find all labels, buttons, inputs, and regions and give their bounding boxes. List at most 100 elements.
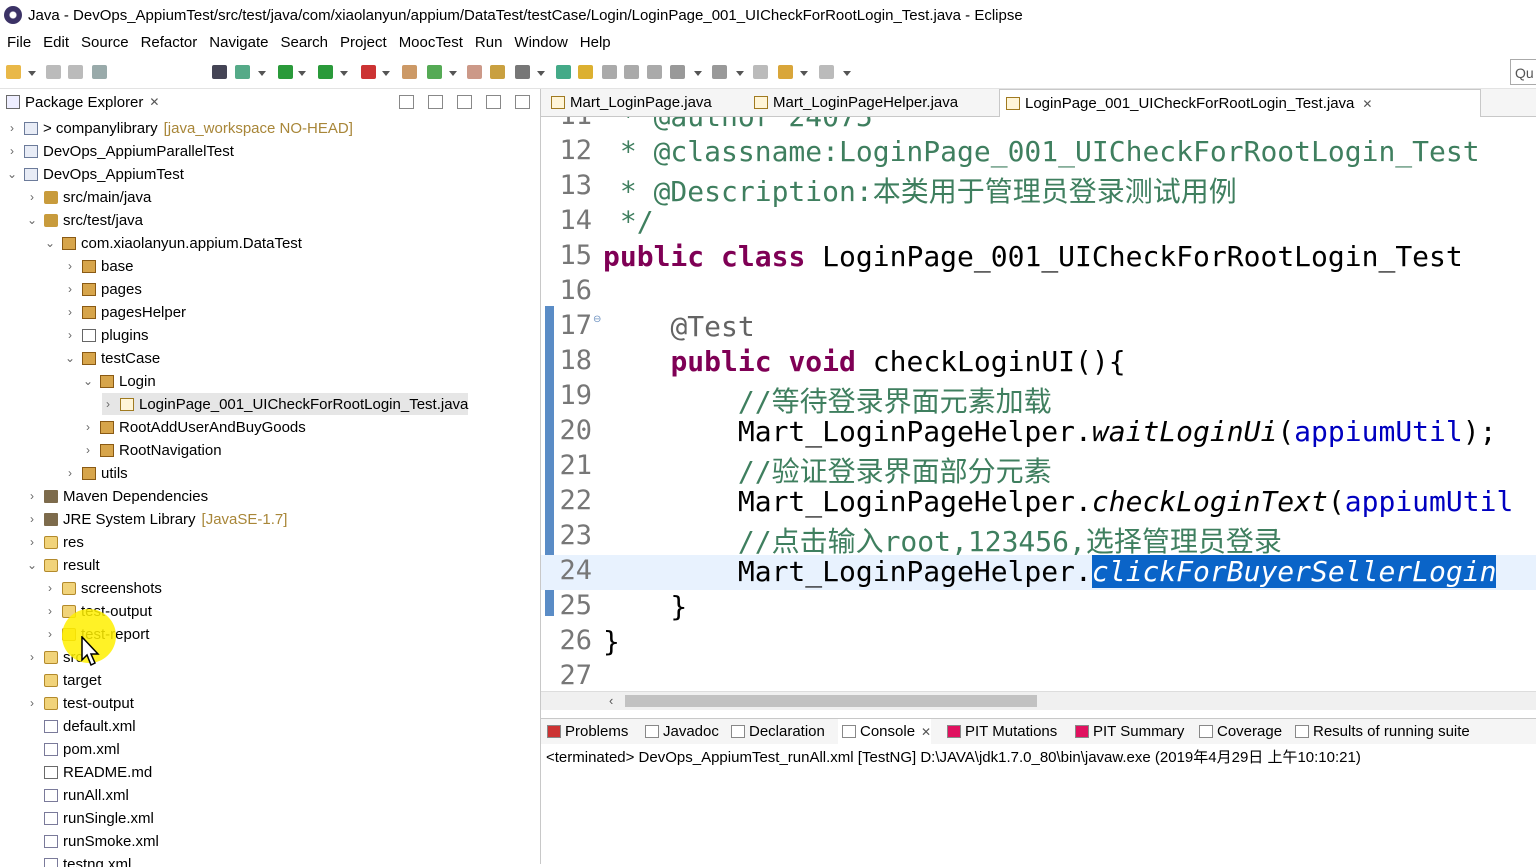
collapsed-chevron-icon[interactable]: ›: [44, 627, 56, 641]
horizontal-scrollbar[interactable]: ‹: [541, 691, 1536, 710]
collapsed-chevron-icon[interactable]: ›: [26, 696, 38, 710]
collapsed-chevron-icon[interactable]: ›: [44, 581, 56, 595]
menu-source[interactable]: Source: [81, 34, 129, 51]
maximize-icon[interactable]: [515, 95, 530, 109]
tree-item[interactable]: ›pagesHelper: [64, 301, 186, 323]
bottom-tab[interactable]: Console✕: [838, 719, 931, 744]
collapsed-chevron-icon[interactable]: ›: [82, 443, 94, 457]
collapsed-chevron-icon[interactable]: ›: [64, 328, 76, 342]
close-icon[interactable]: ✕: [921, 725, 931, 739]
dropdown-arrow-icon[interactable]: [298, 71, 306, 76]
tree-item[interactable]: ⌄src/test/java: [26, 209, 143, 231]
open-task-icon[interactable]: [490, 65, 505, 79]
tree-item[interactable]: runSingle.xml: [26, 807, 154, 829]
back-icon[interactable]: [778, 65, 793, 79]
collapsed-chevron-icon[interactable]: ›: [64, 466, 76, 480]
tree-item[interactable]: runSmoke.xml: [26, 830, 159, 852]
pin-icon[interactable]: [212, 65, 227, 79]
collapsed-chevron-icon[interactable]: ›: [26, 535, 38, 549]
menu-navigate[interactable]: Navigate: [209, 34, 268, 51]
tree-item[interactable]: pom.xml: [26, 738, 120, 760]
tree-item[interactable]: ›Maven Dependencies: [26, 485, 208, 507]
tree-item[interactable]: ›src/main/java: [26, 186, 151, 208]
collapsed-chevron-icon[interactable]: ›: [102, 397, 114, 411]
tree-item[interactable]: README.md: [26, 761, 152, 783]
tree-item[interactable]: ⌄testCase: [64, 347, 160, 369]
dropdown-arrow-icon[interactable]: [736, 71, 744, 76]
menu-refactor[interactable]: Refactor: [141, 34, 198, 51]
run-as-icon[interactable]: [318, 65, 333, 79]
dropdown-arrow-icon[interactable]: [382, 71, 390, 76]
view-menu-icon[interactable]: [457, 95, 472, 109]
tree-item[interactable]: ›JRE System Library[JavaSE-1.7]: [26, 508, 287, 530]
tree-item[interactable]: ›RootNavigation: [82, 439, 222, 461]
mark-occurrences-icon[interactable]: [578, 65, 593, 79]
tree-item[interactable]: ›utils: [64, 462, 128, 484]
menu-project[interactable]: Project: [340, 34, 387, 51]
dropdown-arrow-icon[interactable]: [340, 71, 348, 76]
tree-item[interactable]: ⌄com.xiaolanyun.appium.DataTest: [44, 232, 302, 254]
dropdown-arrow-icon[interactable]: [694, 71, 702, 76]
menu-file[interactable]: File: [7, 34, 31, 51]
tree-item[interactable]: ⌄result: [26, 554, 100, 576]
menu-help[interactable]: Help: [580, 34, 611, 51]
console-view[interactable]: <terminated> DevOps_AppiumTest_runAll.xm…: [541, 744, 1536, 864]
dropdown-arrow-icon[interactable]: [800, 71, 808, 76]
tree-item[interactable]: default.xml: [26, 715, 136, 737]
collapsed-chevron-icon[interactable]: ›: [26, 190, 38, 204]
menu-edit[interactable]: Edit: [43, 34, 69, 51]
bottom-tab[interactable]: Results of running suite: [1291, 719, 1470, 744]
tree-item[interactable]: ›test-output: [26, 692, 134, 714]
tree-item[interactable]: target: [26, 669, 101, 691]
forward-icon[interactable]: [819, 65, 834, 79]
bottom-tab[interactable]: Declaration: [727, 719, 825, 744]
collapsed-chevron-icon[interactable]: ›: [44, 604, 56, 618]
collapsed-chevron-icon[interactable]: ›: [64, 305, 76, 319]
new-java-project-icon[interactable]: [427, 65, 442, 79]
tree-item[interactable]: ›pages: [64, 278, 142, 300]
tree-item-selected-file[interactable]: ›LoginPage_001_UICheckForRootLogin_Test.…: [102, 393, 468, 415]
fold-icon[interactable]: ⊖: [593, 314, 601, 325]
collapsed-chevron-icon[interactable]: ›: [6, 121, 18, 135]
tree-item[interactable]: runAll.xml: [26, 784, 129, 806]
dropdown-arrow-icon[interactable]: [537, 71, 545, 76]
save-icon[interactable]: [46, 65, 61, 79]
menu-search[interactable]: Search: [280, 34, 328, 51]
new-icon[interactable]: [6, 65, 21, 79]
coverage-icon[interactable]: [361, 65, 376, 79]
bottom-tab[interactable]: Javadoc: [641, 719, 719, 744]
bottom-tab[interactable]: PIT Summary: [1071, 719, 1184, 744]
menu-run[interactable]: Run: [475, 34, 503, 51]
tree-item[interactable]: testng.xml: [26, 853, 131, 867]
collapsed-chevron-icon[interactable]: ›: [64, 259, 76, 273]
collapsed-chevron-icon[interactable]: ›: [26, 489, 38, 503]
collapse-all-icon[interactable]: [399, 95, 414, 109]
expanded-chevron-icon[interactable]: ⌄: [44, 236, 56, 250]
bottom-tab[interactable]: Coverage: [1195, 719, 1282, 744]
external-tools-icon[interactable]: [402, 65, 417, 79]
expanded-chevron-icon[interactable]: ⌄: [26, 213, 38, 227]
link-with-editor-icon[interactable]: [428, 95, 443, 109]
show-whitespace-icon[interactable]: [624, 65, 639, 79]
tree-item[interactable]: ⌄Login: [82, 370, 156, 392]
editor-tab[interactable]: Mart_LoginPage.java: [545, 89, 741, 116]
print-icon[interactable]: [92, 65, 107, 79]
package-explorer-tab[interactable]: Package Explorer ✕: [6, 94, 159, 111]
tree-item[interactable]: ›> companylibrary[java_workspace NO-HEAD…: [6, 117, 353, 139]
close-icon[interactable]: ✕: [149, 95, 159, 109]
menu-window[interactable]: Window: [514, 34, 567, 51]
toggle-annotation-icon[interactable]: [556, 65, 571, 79]
dropdown-arrow-icon[interactable]: [28, 71, 36, 76]
open-type-icon[interactable]: [467, 65, 482, 79]
collapsed-chevron-icon[interactable]: ›: [26, 650, 38, 664]
expanded-chevron-icon[interactable]: ⌄: [82, 374, 94, 388]
dropdown-arrow-icon[interactable]: [258, 71, 266, 76]
prev-annotation-icon[interactable]: [712, 65, 727, 79]
tree-item[interactable]: ›base: [64, 255, 134, 277]
save-all-icon[interactable]: [68, 65, 83, 79]
debug-icon[interactable]: [235, 65, 250, 79]
collapsed-chevron-icon[interactable]: ›: [64, 282, 76, 296]
block-select-icon[interactable]: [602, 65, 617, 79]
next-annotation-icon[interactable]: [670, 65, 685, 79]
search-icon[interactable]: [515, 65, 530, 79]
